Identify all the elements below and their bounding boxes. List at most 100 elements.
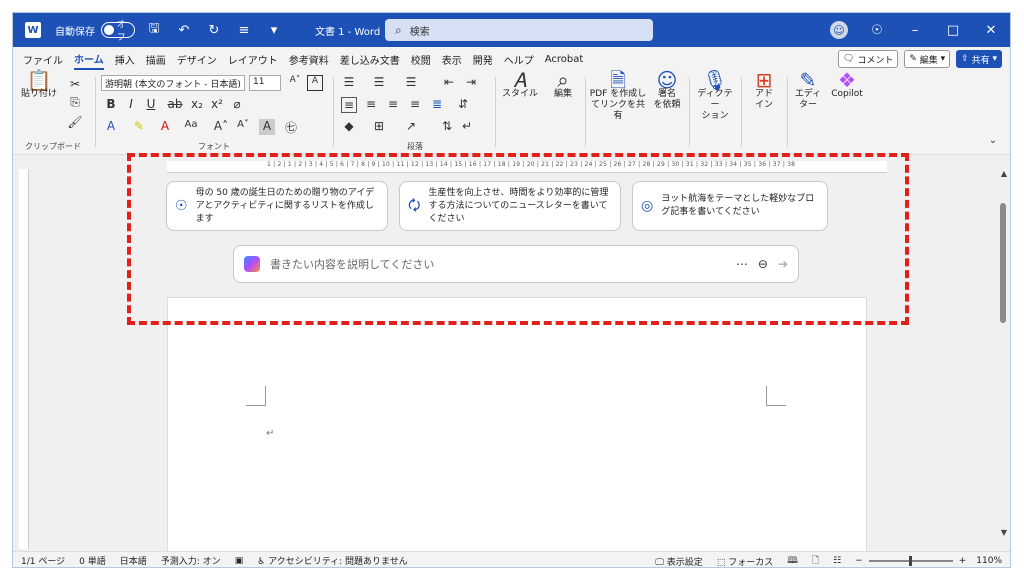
justify-icon[interactable]: ≡: [407, 97, 423, 113]
focus-mode[interactable]: ⬚ フォーカス: [717, 555, 773, 568]
shrink-font-icon[interactable]: A˅: [235, 119, 251, 135]
comment-button[interactable]: 🗨 コメント: [838, 50, 899, 68]
paste-button[interactable]: 📋 貼り付け: [19, 70, 59, 100]
macro-icon[interactable]: ▣: [235, 556, 244, 566]
underline-icon[interactable]: U: [143, 97, 159, 113]
distributed-icon[interactable]: ≣: [429, 97, 445, 113]
suggestion-card-3[interactable]: ◎ ヨット航海をテーマとした軽妙なブログ記事を書いてください: [632, 181, 828, 231]
word-count[interactable]: 0 単語: [79, 554, 106, 567]
increase-indent-icon[interactable]: ⇥: [463, 75, 479, 91]
tab-file[interactable]: ファイル: [23, 50, 63, 69]
text-effects-icon[interactable]: A: [103, 119, 119, 135]
scroll-up-icon[interactable]: ▲: [1001, 169, 1007, 178]
enclosed-char-icon[interactable]: ㊆: [283, 119, 299, 135]
align-center-icon[interactable]: ≡: [363, 97, 379, 113]
customize-qat-icon[interactable]: ▾: [263, 19, 285, 41]
redo-icon[interactable]: ↻: [203, 19, 225, 41]
tab-review[interactable]: 校閲: [411, 50, 431, 69]
tab-design[interactable]: デザイン: [177, 50, 217, 69]
tab-draw[interactable]: 描画: [146, 50, 166, 69]
char-shading-icon[interactable]: A: [259, 119, 275, 135]
tab-developer[interactable]: 開発: [473, 50, 493, 69]
format-menu-icon[interactable]: ≡: [233, 19, 255, 41]
copilot-prompt-box[interactable]: 書きたい内容を説明してください ⋯ ⊖ ➔: [233, 245, 799, 283]
borders-icon[interactable]: ⊞: [371, 119, 387, 135]
align-right-icon[interactable]: ≡: [385, 97, 401, 113]
maximize-icon[interactable]: □: [934, 13, 972, 47]
close-icon[interactable]: ✕: [972, 13, 1010, 47]
multilevel-list-icon[interactable]: ☰: [403, 75, 419, 91]
italic-icon[interactable]: I: [123, 97, 139, 113]
font-name-box[interactable]: 游明朝 (本文のフォント - 日本語): [101, 75, 245, 91]
char-border-icon[interactable]: A: [307, 75, 323, 91]
subscript-icon[interactable]: x₂: [189, 97, 205, 113]
tab-acrobat[interactable]: Acrobat: [545, 52, 584, 67]
bullets-icon[interactable]: ☰: [341, 75, 357, 91]
autosave-toggle[interactable]: オフ: [101, 20, 135, 43]
change-case-icon[interactable]: Aa: [183, 119, 199, 135]
tab-references[interactable]: 参考資料: [289, 50, 329, 69]
asian-layout-icon[interactable]: ↗: [403, 119, 419, 135]
page-count[interactable]: 1/1 ページ: [21, 554, 65, 567]
web-layout-icon[interactable]: ☷: [833, 556, 841, 566]
strikethrough-icon[interactable]: ab: [167, 97, 183, 113]
collapse-ribbon-icon[interactable]: ⌄: [985, 135, 1001, 151]
align-left-icon[interactable]: ≡: [341, 97, 357, 113]
search-box[interactable]: ⌕ 検索: [385, 19, 653, 41]
minimize-icon[interactable]: –: [896, 13, 934, 47]
addins-button[interactable]: ⊞ アド イン: [745, 70, 783, 111]
bold-icon[interactable]: B: [103, 97, 119, 113]
highlight-icon[interactable]: ✎: [131, 119, 147, 135]
dictate-button[interactable]: 🎙 ディクテー ション: [693, 70, 737, 122]
request-signature-button[interactable]: ☺ 署名 を依頼: [649, 70, 685, 111]
styles-button[interactable]: 𝐴 スタイル: [499, 70, 541, 100]
superscript-icon[interactable]: x²: [209, 97, 225, 113]
send-icon[interactable]: ➔: [778, 257, 788, 271]
format-painter-icon[interactable]: 🖌: [67, 115, 83, 131]
suggestion-card-1[interactable]: ☉ 母の 50 歳の誕生日のための贈り物のアイデアとアクティビティに関するリストを…: [166, 181, 388, 231]
tab-layout[interactable]: レイアウト: [228, 50, 278, 69]
zoom-in-icon[interactable]: +: [959, 556, 967, 566]
undo-icon[interactable]: ↶: [173, 19, 195, 41]
show-marks-icon[interactable]: ↵: [459, 119, 475, 135]
tab-view[interactable]: 表示: [442, 50, 462, 69]
font-grow-shrink-icon[interactable]: A˄: [287, 75, 303, 91]
vertical-scrollbar[interactable]: [1000, 183, 1006, 543]
read-mode-icon[interactable]: 🕮: [787, 553, 798, 567]
editing-button[interactable]: ⌕ 編集: [545, 70, 581, 100]
line-spacing-icon[interactable]: ⇵: [455, 97, 471, 113]
create-pdf-button[interactable]: 🗎 PDF を作成し てリンクを共有: [589, 70, 647, 122]
clear-format-icon[interactable]: ⌀: [229, 97, 245, 113]
grow-font-icon[interactable]: A˄: [213, 119, 229, 135]
tab-insert[interactable]: 挿入: [115, 50, 135, 69]
language[interactable]: 日本語: [120, 554, 147, 567]
sort-icon[interactable]: ⇅: [439, 119, 455, 135]
font-size-box[interactable]: 11: [249, 75, 281, 91]
copilot-button[interactable]: ❖ Copilot: [827, 70, 867, 100]
numbering-icon[interactable]: ☰: [371, 75, 387, 91]
zoom-slider-knob[interactable]: [908, 556, 912, 566]
print-layout-icon[interactable]: 🗋: [812, 553, 819, 567]
zoom-level[interactable]: 110%: [976, 556, 1002, 566]
tab-home[interactable]: ホーム: [74, 49, 104, 70]
reference-file-icon[interactable]: ⊖: [758, 257, 768, 271]
edit-mode-button[interactable]: ✎ 編集 ▾: [904, 50, 951, 68]
horizontal-ruler[interactable]: 1 | 2 | 1 | 2 | 3 | 4 | 5 | 6 | 7 | 8 | …: [167, 161, 887, 173]
save-icon[interactable]: 🖫: [143, 19, 165, 41]
text-prediction[interactable]: 予測入力: オン: [161, 554, 221, 567]
shading-icon[interactable]: ◆: [341, 119, 357, 135]
suggestion-card-2[interactable]: 🗘 生産性を向上させ、時間をより効率的に管理する方法についてのニュースレターを書い…: [399, 181, 621, 231]
lightbulb-tips-icon[interactable]: ☉: [858, 13, 896, 47]
scroll-thumb[interactable]: [1000, 203, 1006, 323]
more-options-icon[interactable]: ⋯: [736, 257, 748, 271]
decrease-indent-icon[interactable]: ⇤: [441, 75, 457, 91]
zoom-out-icon[interactable]: −: [855, 556, 863, 566]
tab-mailings[interactable]: 差し込み文書: [340, 50, 400, 69]
display-settings[interactable]: 🖵 表示設定: [655, 555, 703, 568]
cut-icon[interactable]: ✂: [67, 77, 83, 93]
share-button[interactable]: ⇪ 共有 ▾: [956, 50, 1002, 68]
vertical-ruler[interactable]: [19, 169, 29, 549]
editor-button[interactable]: ✎ エディ ター: [791, 70, 825, 111]
zoom-slider[interactable]: [868, 556, 953, 566]
account-avatar[interactable]: ☺: [830, 21, 848, 39]
